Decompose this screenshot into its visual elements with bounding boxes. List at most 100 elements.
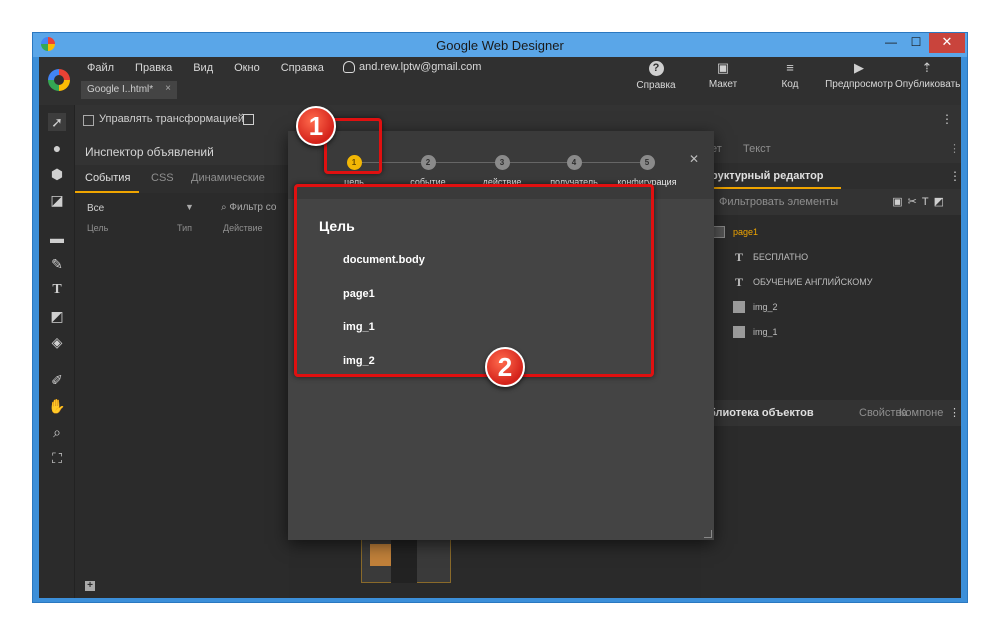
transform-checkbox[interactable] — [83, 115, 94, 126]
menu-view[interactable]: Вид — [193, 62, 213, 74]
tree-item-label: page1 — [733, 227, 759, 237]
step-event[interactable]: 2 событие — [388, 155, 468, 187]
layout-button[interactable]: ▣ Макет — [704, 60, 742, 91]
text-icon: T — [734, 275, 743, 289]
account[interactable]: and.rew.lptw@gmail.com — [343, 61, 481, 73]
3d-rotation-tool-icon[interactable]: ● — [48, 139, 66, 157]
menu-bar: Файл Правка Вид Окно Справка — [87, 62, 345, 74]
filter-placeholder: Фильтр со — [229, 202, 277, 213]
structure-editor-title[interactable]: руктурный редактор — [711, 170, 824, 182]
right-top-tabs: ет Текст ⋮ — [701, 135, 961, 163]
tree-item-page1[interactable]: page1 — [701, 221, 961, 245]
ad-inspector-panel: Инспектор объявлений События CSS Динамич… — [75, 135, 289, 598]
tree-item-label: img_2 — [753, 302, 778, 312]
library-tabs: блиотека объектов Свойства Компоне ⋮ — [701, 400, 961, 426]
code-button[interactable]: ≡ Код — [775, 61, 805, 91]
tab-dynamic[interactable]: Динамические — [191, 172, 265, 184]
inspector-filter: Все ▼ ⌕ Фильтр со — [75, 193, 289, 221]
tab-components[interactable]: Компоне — [899, 407, 943, 419]
account-email: and.rew.lptw@gmail.com — [359, 61, 482, 73]
crop-icon[interactable] — [243, 114, 254, 125]
publish-label: Опубликовать — [895, 79, 961, 90]
gwd-logo-icon — [48, 69, 70, 91]
step-number: 4 — [566, 155, 582, 170]
step-action[interactable]: 3 действие — [462, 155, 542, 187]
file-tab-close-icon[interactable]: × — [165, 83, 171, 94]
filter-all-select[interactable]: Все — [87, 203, 104, 214]
menu-edit[interactable]: Правка — [135, 62, 172, 74]
add-event-button[interactable]: + — [85, 581, 95, 591]
ad-tool-icon[interactable]: ▬ — [48, 229, 66, 247]
fit-screen-icon[interactable]: ⛶ — [48, 449, 66, 467]
step-configuration[interactable]: 5 конфигурация — [607, 155, 687, 187]
top-bar: Файл Правка Вид Окно Справка and.rew.lpt… — [39, 57, 961, 105]
page-icon — [713, 226, 725, 238]
tree-item-label: ОБУЧЕНИЕ АНГЛИЙСКОМУ — [753, 277, 873, 287]
step-receiver[interactable]: 4 получатель — [534, 155, 614, 187]
more-icon[interactable]: ⋮ — [949, 169, 961, 183]
more-icon[interactable]: ⋮ — [949, 406, 960, 419]
options-more-icon[interactable]: ⋮ — [941, 112, 953, 126]
resize-handle-icon[interactable] — [704, 530, 712, 538]
tree-item-image[interactable]: img_2 — [701, 296, 961, 320]
menu-help[interactable]: Справка — [281, 62, 324, 74]
close-icon[interactable]: ✕ — [689, 152, 699, 166]
layout-label: Макет — [708, 79, 738, 90]
structure-filter: Фильтровать элементы ▣✂T◩ — [701, 189, 961, 215]
code-label: Код — [781, 79, 799, 90]
color-picker-icon[interactable]: ✐ — [48, 371, 66, 389]
tool-column: ➚ ● ⬢ ◪ ▬ ✎ T ◩ ◈ ✐ ✋ ⌕ ⛶ — [39, 105, 75, 598]
more-icon[interactable]: ⋮ — [949, 142, 960, 155]
filter-icons[interactable]: ▣✂T◩ — [892, 195, 949, 208]
3d-translation-tool-icon[interactable]: ⬢ — [48, 165, 66, 183]
text-icon: T — [734, 250, 743, 264]
tab-text[interactable]: Текст — [743, 143, 771, 155]
filter-elements-input[interactable]: Фильтровать элементы — [719, 196, 838, 208]
window-title: Google Web Designer — [436, 38, 564, 53]
inspector-columns: Цель Тип Действие — [75, 221, 289, 239]
annotation-badge-2: 2 — [485, 347, 525, 387]
tree-item-text[interactable]: T ОБУЧЕНИЕ АНГЛИЙСКОМУ — [701, 271, 961, 295]
tab-events[interactable]: События — [85, 172, 130, 184]
menu-file[interactable]: Файл — [87, 62, 114, 74]
transform-label: Управлять трансформацией — [99, 113, 244, 125]
filter-search-input[interactable]: ⌕ Фильтр со — [221, 202, 276, 213]
tag-tool-icon[interactable]: ◪ — [48, 191, 66, 209]
hand-tool-icon[interactable]: ✋ — [48, 397, 66, 415]
column-target: Цель — [87, 223, 109, 233]
annotation-badge-1: 1 — [296, 106, 336, 146]
chevron-down-icon[interactable]: ▼ — [185, 202, 194, 212]
fill-tool-icon[interactable]: ◈ — [48, 333, 66, 351]
image-icon — [733, 326, 745, 338]
title-bar[interactable]: Google Web Designer — ☐ ✕ — [33, 33, 967, 57]
help-button[interactable]: ? Справка — [631, 61, 681, 91]
close-window-button[interactable]: ✕ — [929, 33, 965, 53]
tree-item-image[interactable]: img_1 — [701, 321, 961, 345]
image-icon — [733, 301, 745, 313]
maximize-button[interactable]: ☐ — [905, 33, 927, 53]
file-tab[interactable]: Google I..html* × — [81, 81, 177, 99]
step-number: 2 — [420, 155, 436, 170]
preview-button[interactable]: ▶ Предпросмотр — [825, 61, 893, 91]
highlight-target-list — [294, 184, 654, 377]
tab-library[interactable]: блиотека объектов — [709, 407, 814, 419]
tree-item-label: БЕСПЛАТНО — [753, 252, 809, 262]
column-type: Тип — [177, 223, 193, 233]
inspector-tabs: События CSS Динамические — [75, 165, 289, 193]
publish-button[interactable]: ⇡ Опубликовать — [895, 61, 961, 91]
file-tab-label: Google I..html* — [87, 84, 154, 95]
minimize-button[interactable]: — — [880, 33, 902, 53]
text-tool-icon[interactable]: T — [48, 281, 66, 299]
help-icon: ? — [648, 61, 664, 76]
layout-icon: ▣ — [716, 60, 730, 75]
selection-tool-icon[interactable]: ➚ — [48, 113, 66, 131]
tree-item-text[interactable]: T БЕСПЛАТНО — [701, 246, 961, 270]
menu-window[interactable]: Окно — [234, 62, 260, 74]
pen-tool-icon[interactable]: ✎ — [48, 255, 66, 273]
help-label: Справка — [636, 80, 676, 91]
user-icon — [343, 61, 355, 73]
step-number: 3 — [494, 155, 510, 170]
tab-css[interactable]: CSS — [151, 172, 174, 184]
shape-tool-icon[interactable]: ◩ — [48, 307, 66, 325]
zoom-tool-icon[interactable]: ⌕ — [48, 423, 66, 441]
